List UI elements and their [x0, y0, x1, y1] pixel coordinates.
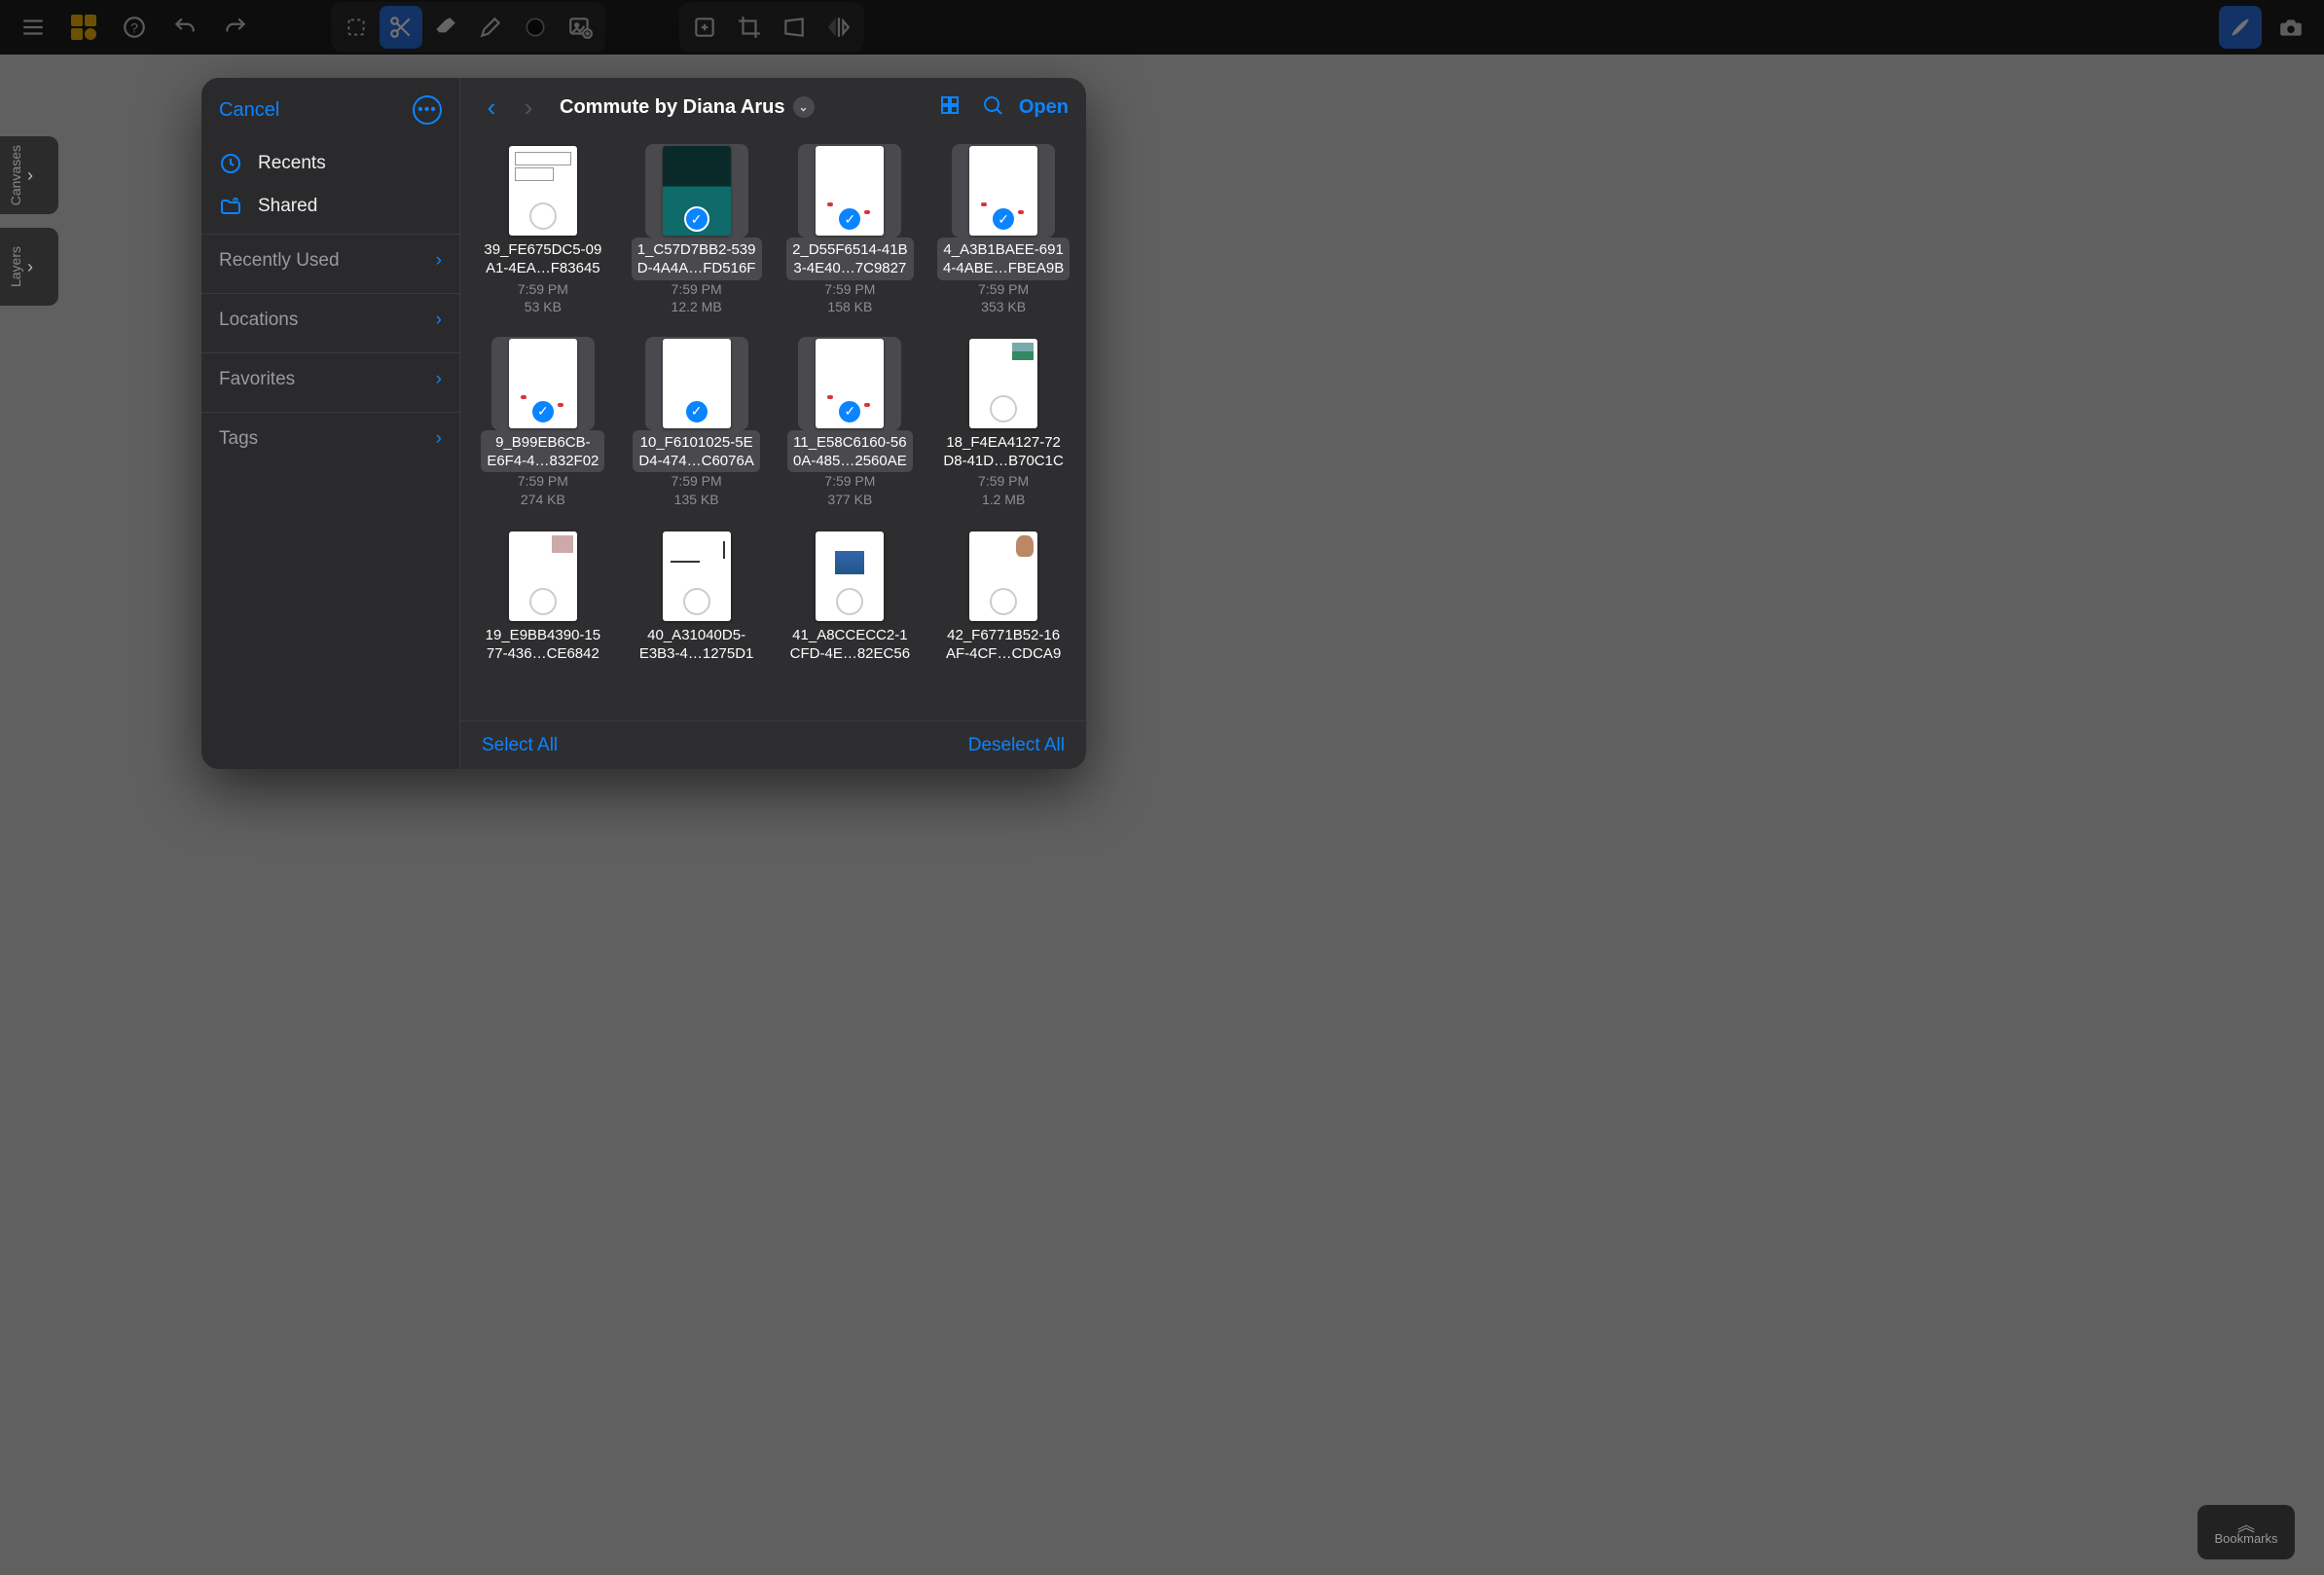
file-name: 1_C57D7BB2-539D-4A4A…FD516F: [632, 238, 762, 280]
chevron-right-icon: ›: [436, 369, 442, 390]
file-thumbnail: [952, 530, 1055, 623]
sidebar-section-locations[interactable]: Locations ›: [201, 293, 459, 347]
view-grid-icon[interactable]: [933, 93, 966, 122]
bookmarks-label: Bookmarks: [2214, 1531, 2277, 1546]
file-thumbnail: ✓: [491, 337, 595, 430]
file-thumbnail: [798, 530, 901, 623]
sidebar-item-recents[interactable]: Recents: [201, 142, 459, 185]
picker-main: ‹ › Commute by Diana Arus ⌄ Open 39_FE67…: [460, 78, 1086, 769]
picker-sidebar: Cancel ••• Recents Shared Recently Used …: [201, 78, 460, 769]
cancel-button[interactable]: Cancel: [219, 99, 279, 122]
file-thumbnail: ✓: [952, 144, 1055, 238]
sidebar-section-favorites[interactable]: Favorites ›: [201, 352, 459, 406]
file-item[interactable]: ✓ 11_E58C6160-560A-485…2560AE7:59 PM377 K…: [778, 337, 924, 508]
file-name: 39_FE675DC5-09A1-4EA…F83645: [478, 238, 607, 280]
file-name: 9_B99EB6CB-E6F4-4…832F02: [481, 430, 604, 473]
sidebar-item-label: Shared: [258, 196, 317, 217]
chevron-down-icon: ⌄: [793, 96, 815, 118]
file-item[interactable]: 39_FE675DC5-09A1-4EA…F836457:59 PM53 KB: [470, 144, 616, 315]
file-item[interactable]: 40_A31040D5-E3B3-4…1275D1: [624, 530, 770, 666]
sidebar-item-shared[interactable]: Shared: [201, 185, 459, 228]
file-thumbnail: ✓: [645, 337, 748, 430]
file-time: 7:59 PM: [978, 280, 1029, 298]
file-name: 10_F6101025-5ED4-474…C6076A: [633, 430, 759, 473]
selected-check-icon: ✓: [837, 399, 862, 424]
file-name: 2_D55F6514-41B3-4E40…7C9827: [786, 238, 913, 280]
sidebar-section-tags[interactable]: Tags ›: [201, 412, 459, 465]
picker-footer: Select All Deselect All: [460, 720, 1086, 769]
folder-title[interactable]: Commute by Diana Arus ⌄: [560, 96, 815, 119]
file-time: 7:59 PM: [978, 472, 1029, 490]
nav-back-icon[interactable]: ‹: [478, 92, 505, 123]
file-size: 274 KB: [521, 491, 565, 508]
file-item[interactable]: ✓ 4_A3B1BAEE-6914-4ABE…FBEA9B7:59 PM353 K…: [930, 144, 1076, 315]
file-name: 19_E9BB4390-1577-436…CE6842: [480, 623, 606, 666]
file-time: 7:59 PM: [672, 280, 722, 298]
chevron-right-icon: ›: [436, 428, 442, 450]
file-time: 7:59 PM: [518, 280, 568, 298]
file-name: 40_A31040D5-E3B3-4…1275D1: [634, 623, 760, 666]
file-name: 41_A8CCECC2-1CFD-4E…82EC56: [784, 623, 916, 666]
sidebar-item-label: Recents: [258, 153, 326, 174]
file-thumbnail: [491, 144, 595, 238]
bookmarks-button[interactable]: ︽ Bookmarks: [2197, 1505, 2295, 1559]
file-thumbnail: [952, 337, 1055, 430]
selected-check-icon: ✓: [837, 206, 862, 232]
picker-header: ‹ › Commute by Diana Arus ⌄ Open: [460, 78, 1086, 136]
file-time: 7:59 PM: [672, 472, 722, 490]
file-thumbnail: [491, 530, 595, 623]
canvases-tab[interactable]: Canvases ›: [0, 136, 58, 214]
clock-icon: [219, 152, 244, 175]
file-size: 12.2 MB: [672, 298, 722, 315]
more-options-icon[interactable]: •••: [413, 95, 442, 125]
selected-check-icon: ✓: [530, 399, 556, 424]
file-thumbnail: [645, 530, 748, 623]
file-item[interactable]: 19_E9BB4390-1577-436…CE6842: [470, 530, 616, 666]
chevron-up-icon: ︽: [2237, 1520, 2255, 1531]
file-thumbnail: ✓: [798, 144, 901, 238]
nav-forward-icon: ›: [515, 92, 542, 123]
file-item[interactable]: 42_F6771B52-16AF-4CF…CDCA9: [930, 530, 1076, 666]
file-name: 11_E58C6160-560A-485…2560AE: [787, 430, 913, 473]
file-grid: 39_FE675DC5-09A1-4EA…F836457:59 PM53 KB✓…: [470, 144, 1076, 665]
file-name: 42_F6771B52-16AF-4CF…CDCA9: [940, 623, 1067, 666]
file-size: 53 KB: [525, 298, 562, 315]
file-time: 7:59 PM: [518, 472, 568, 490]
file-size: 377 KB: [827, 491, 872, 508]
file-item[interactable]: ✓ 2_D55F6514-41B3-4E40…7C98277:59 PM158 K…: [778, 144, 924, 315]
file-time: 7:59 PM: [824, 472, 875, 490]
file-item[interactable]: ✓ 1_C57D7BB2-539D-4A4A…FD516F7:59 PM12.2 …: [624, 144, 770, 315]
file-size: 353 KB: [981, 298, 1026, 315]
chevron-right-icon: ›: [436, 310, 442, 331]
file-picker-modal: Cancel ••• Recents Shared Recently Used …: [201, 78, 1086, 769]
file-time: 7:59 PM: [824, 280, 875, 298]
layers-tab[interactable]: Layers ›: [0, 228, 58, 306]
file-size: 135 KB: [674, 491, 719, 508]
file-item[interactable]: 41_A8CCECC2-1CFD-4E…82EC56: [778, 530, 924, 666]
selected-check-icon: ✓: [684, 399, 709, 424]
search-icon[interactable]: [976, 93, 1009, 122]
file-size: 1.2 MB: [982, 491, 1025, 508]
file-item[interactable]: ✓ 10_F6101025-5ED4-474…C6076A7:59 PM135 K…: [624, 337, 770, 508]
chevron-right-icon: ›: [27, 257, 33, 277]
chevron-right-icon: ›: [27, 165, 33, 186]
sidebar-section-recently-used[interactable]: Recently Used ›: [201, 234, 459, 287]
file-name: 4_A3B1BAEE-6914-4ABE…FBEA9B: [937, 238, 1070, 280]
file-thumbnail: ✓: [645, 144, 748, 238]
side-tabs: Canvases › Layers ›: [0, 136, 58, 306]
deselect-all-button[interactable]: Deselect All: [968, 735, 1065, 756]
select-all-button[interactable]: Select All: [482, 735, 558, 756]
open-button[interactable]: Open: [1019, 96, 1069, 119]
file-thumbnail: ✓: [798, 337, 901, 430]
folder-shared-icon: [219, 195, 244, 218]
file-size: 158 KB: [827, 298, 872, 315]
chevron-right-icon: ›: [436, 250, 442, 272]
file-item[interactable]: ✓ 9_B99EB6CB-E6F4-4…832F027:59 PM274 KB: [470, 337, 616, 508]
selected-check-icon: ✓: [684, 206, 709, 232]
selected-check-icon: ✓: [991, 206, 1016, 232]
file-item[interactable]: 18_F4EA4127-72D8-41D…B70C1C7:59 PM1.2 MB: [930, 337, 1076, 508]
file-name: 18_F4EA4127-72D8-41D…B70C1C: [937, 430, 1069, 473]
